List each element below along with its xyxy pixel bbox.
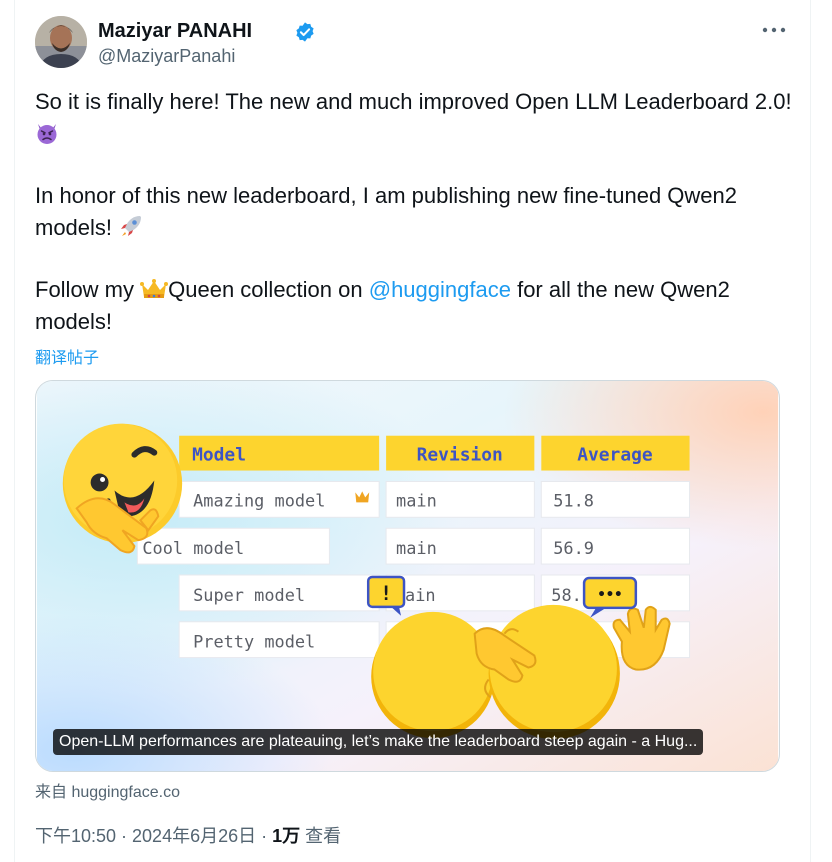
table-row: Cool model main 56.9 bbox=[136, 527, 691, 565]
row-4-model: Pretty model bbox=[193, 632, 315, 652]
exclamation-mark: ! bbox=[380, 582, 392, 605]
row-1-revision: main bbox=[396, 490, 437, 510]
table-header: Model Revision Average bbox=[179, 435, 690, 471]
row-1-model: Amazing model bbox=[193, 490, 325, 510]
row-1-average: 51.8 bbox=[553, 490, 594, 510]
row-2-revision: main bbox=[396, 538, 437, 558]
tweet-line-3-before: Follow my bbox=[35, 277, 135, 302]
left-border bbox=[14, 0, 15, 862]
mention-link[interactable]: @huggingface bbox=[369, 277, 511, 302]
tweet-line-1: So it is finally here! The new and much … bbox=[35, 89, 792, 114]
header-model: Model bbox=[192, 445, 246, 466]
tweet-paragraph-3: Follow my Queen collection on @huggingfa… bbox=[35, 274, 795, 338]
tweet-paragraph-2: In honor of this new leaderboard, I am p… bbox=[35, 180, 795, 244]
devil-face-icon bbox=[37, 124, 57, 144]
row-3-model: Super model bbox=[193, 585, 305, 605]
tweet-line-3-middle: Queen collection on bbox=[168, 277, 363, 302]
hugging-face-emoji-back-left bbox=[371, 611, 495, 739]
author-handle[interactable]: @MaziyarPanahi bbox=[98, 46, 235, 67]
tweet-header: Maziyar PANAHI @MaziyarPanahi bbox=[35, 14, 795, 70]
author-name[interactable]: Maziyar PANAHI bbox=[98, 20, 252, 43]
translate-post-link[interactable]: 翻译帖子 bbox=[35, 344, 99, 368]
verified-badge-icon bbox=[296, 22, 314, 42]
row-3-average: 58. bbox=[551, 585, 582, 605]
views-label: 查看 bbox=[305, 826, 342, 846]
link-preview-card[interactable]: Model Revision Average Amazing model mai… bbox=[35, 380, 780, 772]
avatar[interactable] bbox=[35, 16, 87, 68]
tweet-meta: 下午10:50 · 2024年6月26日 · 1万 查看 bbox=[35, 822, 341, 848]
typing-dots: ••• bbox=[597, 587, 622, 603]
more-options-icon[interactable] bbox=[759, 18, 789, 42]
row-2-average: 56.9 bbox=[553, 538, 594, 558]
rocket-icon bbox=[121, 216, 142, 236]
table-row: Amazing model main 51.8 bbox=[178, 480, 691, 518]
tweet-body: So it is finally here! The new and much … bbox=[35, 86, 795, 338]
card-image: Model Revision Average Amazing model mai… bbox=[36, 381, 779, 771]
card-caption: Open-LLM performances are plateauing, le… bbox=[53, 729, 704, 755]
card-source[interactable]: 来自 huggingface.co bbox=[35, 778, 180, 802]
views-count: 1万 bbox=[272, 826, 301, 846]
header-average: Average bbox=[577, 445, 653, 466]
tweet-paragraph-1: So it is finally here! The new and much … bbox=[35, 86, 795, 150]
right-border bbox=[810, 0, 811, 862]
row-2-model: Cool model bbox=[142, 538, 244, 558]
row-3-revision: ain bbox=[405, 585, 436, 605]
timestamp[interactable]: 下午10:50 · 2024年6月26日 · bbox=[35, 826, 267, 846]
crown-icon bbox=[140, 279, 169, 298]
header-revision: Revision bbox=[417, 445, 503, 466]
